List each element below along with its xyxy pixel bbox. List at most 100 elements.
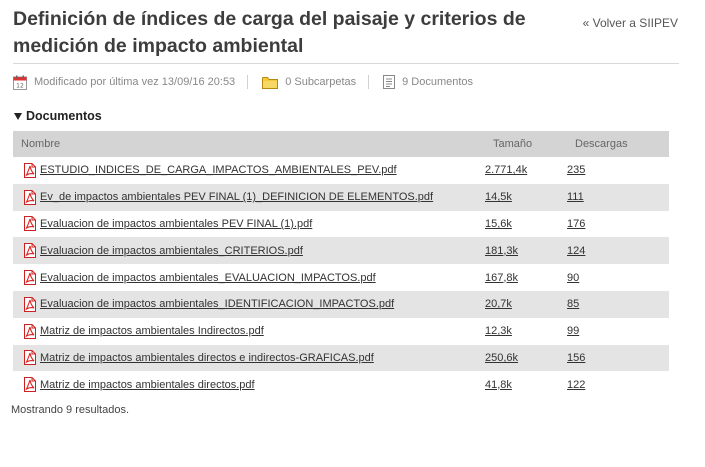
modified-info: 12 Modificado por última vez 13/09/16 20…	[13, 75, 235, 90]
document-downloads-cell: 156	[567, 344, 669, 372]
document-name-cell: Matriz de impactos ambientales directos …	[13, 344, 485, 372]
document-size[interactable]: 250,6k	[485, 352, 518, 364]
column-header-downloads[interactable]: Descargas	[567, 131, 669, 157]
document-size[interactable]: 20,7k	[485, 298, 512, 310]
document-link[interactable]: Evaluacion de impactos ambientales_IDENT…	[23, 296, 485, 312]
document-name-cell: Matriz de impactos ambientales directos.…	[13, 371, 485, 398]
document-name-cell: Evaluacion de impactos ambientales_CRITE…	[13, 237, 485, 265]
folder-meta: 12 Modificado por última vez 13/09/16 20…	[13, 73, 473, 91]
document-size-cell: 41,8k	[485, 371, 567, 398]
document-size[interactable]: 41,8k	[485, 379, 512, 391]
document-downloads[interactable]: 176	[567, 218, 585, 230]
table-row: Evaluacion de impactos ambientales_EVALU…	[13, 264, 669, 291]
table-row: ESTUDIO_INDICES_DE_CARGA_IMPACTOS_AMBIEN…	[13, 157, 669, 184]
subfolders-count: 0 Subcarpetas	[285, 76, 357, 88]
document-size-cell: 250,6k	[485, 344, 567, 372]
document-name-cell: Evaluacion de impactos ambientales_EVALU…	[13, 264, 485, 291]
document-size[interactable]: 15,6k	[485, 218, 512, 230]
document-downloads[interactable]: 99	[567, 325, 579, 337]
document-link[interactable]: Ev_de impactos ambientales PEV FINAL (1)…	[23, 189, 485, 205]
meta-separator	[247, 75, 249, 89]
document-name: Evaluacion de impactos ambientales_IDENT…	[40, 298, 395, 311]
pdf-icon	[24, 162, 36, 178]
document-size-cell: 20,7k	[485, 290, 567, 318]
column-header-name[interactable]: Nombre	[13, 131, 485, 157]
section-title: Documentos	[26, 109, 102, 123]
document-name: Evaluacion de impactos ambientales PEV F…	[40, 217, 313, 230]
modified-text: Modificado por última vez 13/09/16 20:53	[34, 76, 236, 88]
document-name: Matriz de impactos ambientales directos …	[40, 351, 374, 364]
table-body: ESTUDIO_INDICES_DE_CARGA_IMPACTOS_AMBIEN…	[13, 157, 669, 398]
document-size-cell: 2.771,4k	[485, 157, 567, 184]
folder-icon	[262, 76, 279, 89]
document-downloads-cell: 122	[567, 371, 669, 398]
table-header-row: Nombre Tamaño Descargas	[13, 131, 669, 157]
document-link[interactable]: Matriz de impactos ambientales Indirecto…	[23, 323, 485, 339]
documents-info: 9 Documentos	[383, 75, 473, 89]
table-row: Evaluacion de impactos ambientales PEV F…	[13, 211, 669, 238]
document-name-cell: Evaluacion de impactos ambientales PEV F…	[13, 211, 485, 238]
document-downloads-cell: 124	[567, 237, 669, 265]
document-name: Evaluacion de impactos ambientales_CRITE…	[40, 244, 303, 257]
document-downloads-cell: 85	[567, 290, 669, 318]
document-name-cell: Ev_de impactos ambientales PEV FINAL (1)…	[13, 183, 485, 211]
document-size-cell: 15,6k	[485, 211, 567, 238]
document-name-cell: Evaluacion de impactos ambientales_IDENT…	[13, 290, 485, 318]
document-size[interactable]: 14,5k	[485, 191, 512, 203]
pdf-icon	[24, 270, 36, 286]
collapse-triangle-icon	[14, 112, 22, 120]
document-name: Matriz de impactos ambientales Indirecto…	[40, 325, 264, 338]
document-name: Ev_de impactos ambientales PEV FINAL (1)…	[40, 191, 434, 204]
document-name: Evaluacion de impactos ambientales_EVALU…	[40, 271, 376, 284]
document-size[interactable]: 2.771,4k	[485, 164, 527, 176]
document-downloads-cell: 99	[567, 318, 669, 345]
document-size-cell: 181,3k	[485, 237, 567, 265]
pdf-icon	[24, 296, 36, 312]
document-link[interactable]: Matriz de impactos ambientales directos …	[23, 350, 485, 366]
document-name: Matriz de impactos ambientales directos.…	[40, 378, 255, 391]
documents-section-toggle[interactable]: Documentos	[14, 109, 102, 123]
document-link[interactable]: Evaluacion de impactos ambientales_EVALU…	[23, 270, 485, 286]
meta-separator	[368, 75, 370, 89]
documents-count: 9 Documentos	[402, 76, 474, 88]
document-downloads[interactable]: 124	[567, 245, 585, 257]
document-name-cell: ESTUDIO_INDICES_DE_CARGA_IMPACTOS_AMBIEN…	[13, 157, 485, 184]
table-row: Matriz de impactos ambientales directos.…	[13, 371, 669, 398]
document-downloads-cell: 176	[567, 211, 669, 238]
document-size[interactable]: 12,3k	[485, 325, 512, 337]
document-icon	[383, 75, 396, 89]
document-downloads[interactable]: 111	[567, 191, 584, 203]
document-downloads-cell: 235	[567, 157, 669, 184]
document-size-cell: 12,3k	[485, 318, 567, 345]
document-downloads[interactable]: 235	[567, 164, 585, 176]
subfolders-info: 0 Subcarpetas	[262, 76, 356, 89]
document-downloads[interactable]: 122	[567, 379, 585, 391]
document-size-cell: 14,5k	[485, 183, 567, 211]
pdf-icon	[24, 243, 36, 259]
document-downloads[interactable]: 156	[567, 352, 585, 364]
calendar-icon: 12	[13, 75, 27, 90]
document-link[interactable]: Evaluacion de impactos ambientales PEV F…	[23, 216, 485, 232]
pdf-icon	[24, 323, 36, 339]
table-row: Matriz de impactos ambientales Indirecto…	[13, 318, 669, 345]
document-name-cell: Matriz de impactos ambientales Indirecto…	[13, 318, 485, 345]
pdf-icon	[24, 216, 36, 232]
document-name: ESTUDIO_INDICES_DE_CARGA_IMPACTOS_AMBIEN…	[40, 164, 397, 177]
document-link[interactable]: Matriz de impactos ambientales directos.…	[23, 377, 485, 393]
pdf-icon	[24, 377, 36, 393]
document-size[interactable]: 167,8k	[485, 272, 518, 284]
document-size[interactable]: 181,3k	[485, 245, 518, 257]
table-row: Ev_de impactos ambientales PEV FINAL (1)…	[13, 183, 669, 211]
document-downloads[interactable]: 90	[567, 272, 579, 284]
back-link[interactable]: « Volver a SIIPEV	[583, 16, 678, 30]
table-row: Matriz de impactos ambientales directos …	[13, 344, 669, 372]
documents-table: Nombre Tamaño Descargas ESTUDIO_INDICES_…	[13, 131, 669, 398]
document-downloads-cell: 90	[567, 264, 669, 291]
results-count: Mostrando 9 resultados.	[11, 404, 130, 416]
document-downloads[interactable]: 85	[567, 298, 579, 310]
svg-text:12: 12	[16, 82, 24, 89]
pdf-icon	[24, 189, 36, 205]
document-link[interactable]: ESTUDIO_INDICES_DE_CARGA_IMPACTOS_AMBIEN…	[23, 162, 485, 178]
document-link[interactable]: Evaluacion de impactos ambientales_CRITE…	[23, 243, 485, 259]
column-header-size[interactable]: Tamaño	[485, 131, 567, 157]
